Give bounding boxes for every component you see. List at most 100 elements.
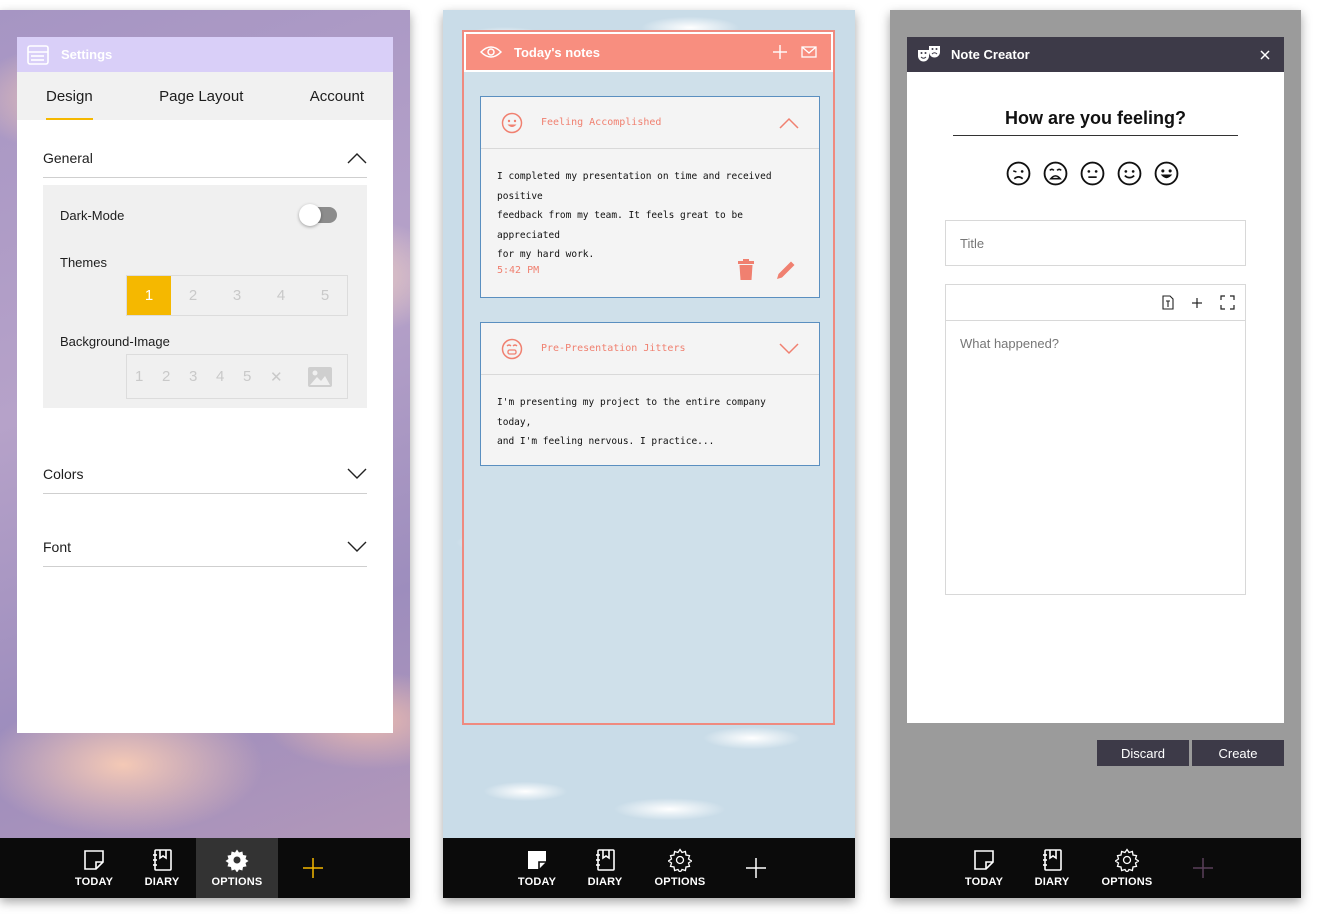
note-creator-panel: Note Creator How are you feeling? Title … bbox=[907, 37, 1284, 723]
general-section: General Dark-Mode Themes 1 2 3 4 5 Backg… bbox=[43, 138, 367, 408]
nav-options-label: OPTIONS bbox=[211, 876, 263, 888]
theater-masks-icon bbox=[918, 45, 940, 61]
fullscreen-icon[interactable] bbox=[1220, 295, 1235, 310]
mood-question: How are you feeling? bbox=[953, 108, 1238, 136]
trash-icon[interactable] bbox=[737, 259, 755, 281]
add-icon[interactable] bbox=[1192, 297, 1202, 308]
todays-notes-screen: Today's notes Feeling Accomplished I com… bbox=[443, 10, 855, 898]
nav-today-label: TODAY bbox=[74, 876, 114, 888]
dark-mode-toggle[interactable] bbox=[299, 204, 337, 226]
nav-diary[interactable]: DIARY bbox=[1018, 838, 1086, 898]
chevron-up-icon[interactable] bbox=[347, 152, 367, 164]
tab-account[interactable]: Account bbox=[310, 72, 364, 120]
note-card-header[interactable]: Feeling Accomplished bbox=[481, 97, 819, 149]
colors-section[interactable]: Colors bbox=[43, 454, 367, 494]
nav-options[interactable]: OPTIONS bbox=[196, 838, 278, 898]
note-body: I completed my presentation on time and … bbox=[481, 149, 819, 265]
background-image-label: Background-Image bbox=[60, 334, 170, 349]
discard-button[interactable]: Discard bbox=[1097, 740, 1189, 766]
note-time: 5:42 PM bbox=[497, 264, 540, 276]
editor-toolbar bbox=[946, 285, 1245, 321]
bottom-nav: TODAY DIARY OPTIONS bbox=[443, 838, 855, 898]
nav-options[interactable]: OPTIONS bbox=[639, 838, 721, 898]
nav-add[interactable] bbox=[278, 838, 348, 898]
title-input[interactable]: Title bbox=[945, 220, 1246, 266]
note-creator-header: Note Creator bbox=[907, 37, 1284, 72]
theme-option[interactable]: 5 bbox=[303, 276, 347, 315]
nav-options-label: OPTIONS bbox=[654, 876, 706, 888]
bg-clear-option[interactable]: ✕ bbox=[270, 368, 297, 386]
dark-mode-label: Dark-Mode bbox=[60, 208, 125, 223]
anxious-face-icon bbox=[501, 338, 523, 359]
edit-pencil-icon[interactable] bbox=[775, 259, 797, 281]
nav-options[interactable]: OPTIONS bbox=[1086, 838, 1168, 898]
bg-option[interactable]: 2 bbox=[162, 368, 189, 385]
eye-icon[interactable] bbox=[480, 45, 502, 59]
note-creator-title: Note Creator bbox=[951, 47, 1030, 62]
nav-today-label: TODAY bbox=[964, 876, 1004, 888]
diary-icon bbox=[1043, 849, 1062, 871]
note-editor[interactable]: What happened? bbox=[945, 284, 1246, 595]
bg-option[interactable]: 3 bbox=[189, 368, 216, 385]
notes-title: Today's notes bbox=[514, 44, 600, 60]
note-line: I'm presenting my project to the entire … bbox=[497, 397, 766, 428]
bottom-nav: TODAY DIARY OPTIONS bbox=[0, 838, 410, 898]
theme-selector: 1 2 3 4 5 bbox=[126, 275, 348, 316]
nav-options-label: OPTIONS bbox=[1101, 876, 1153, 888]
chevron-up-icon[interactable] bbox=[779, 117, 799, 129]
add-note-icon[interactable] bbox=[773, 45, 787, 59]
crying-face-icon[interactable] bbox=[1043, 161, 1068, 186]
bg-option[interactable]: 5 bbox=[243, 368, 270, 385]
nav-diary[interactable]: DIARY bbox=[128, 838, 196, 898]
chevron-down-icon[interactable] bbox=[347, 541, 367, 553]
sticky-note-icon bbox=[84, 850, 104, 870]
sad-face-icon[interactable] bbox=[1006, 161, 1031, 186]
settings-header: Settings bbox=[17, 37, 393, 72]
chevron-down-icon[interactable] bbox=[779, 342, 799, 355]
gear-icon bbox=[225, 849, 249, 872]
colors-section-header[interactable]: Colors bbox=[43, 454, 367, 494]
tab-page-layout[interactable]: Page Layout bbox=[159, 72, 243, 120]
font-section[interactable]: Font bbox=[43, 527, 367, 567]
nav-today[interactable]: TODAY bbox=[60, 838, 128, 898]
neutral-face-icon[interactable] bbox=[1080, 161, 1105, 186]
theme-option[interactable]: 4 bbox=[259, 276, 303, 315]
smile-face-icon[interactable] bbox=[1117, 161, 1142, 186]
settings-panel: Settings Design Page Layout Account Gene… bbox=[17, 37, 393, 733]
colors-section-title: Colors bbox=[43, 465, 84, 482]
note-creator-screen: Note Creator How are you feeling? Title … bbox=[890, 10, 1301, 898]
nav-diary[interactable]: DIARY bbox=[571, 838, 639, 898]
diary-icon bbox=[596, 849, 615, 871]
nav-today[interactable]: TODAY bbox=[503, 838, 571, 898]
text-file-icon[interactable] bbox=[1162, 295, 1174, 310]
note-card-header[interactable]: Pre-Presentation Jitters bbox=[481, 323, 819, 375]
image-upload-icon[interactable] bbox=[307, 366, 333, 388]
grin-face-icon[interactable] bbox=[1154, 161, 1179, 186]
toggle-knob bbox=[299, 204, 321, 226]
bg-option[interactable]: 4 bbox=[216, 368, 243, 385]
note-body-input[interactable]: What happened? bbox=[946, 321, 1245, 366]
note-card[interactable]: Pre-Presentation Jitters I'm presenting … bbox=[480, 322, 820, 466]
note-body: I'm presenting my project to the entire … bbox=[481, 375, 819, 452]
mail-icon[interactable] bbox=[801, 46, 817, 58]
nav-add[interactable] bbox=[1168, 838, 1238, 898]
chevron-down-icon[interactable] bbox=[347, 468, 367, 480]
nav-add[interactable] bbox=[721, 838, 791, 898]
note-card[interactable]: Feeling Accomplished I completed my pres… bbox=[480, 96, 820, 298]
nav-today[interactable]: TODAY bbox=[950, 838, 1018, 898]
general-section-header[interactable]: General bbox=[43, 138, 367, 178]
sticky-note-icon bbox=[528, 851, 546, 869]
note-footer: 5:42 PM bbox=[497, 259, 797, 281]
note-title: Pre-Presentation Jitters bbox=[541, 343, 686, 354]
nav-diary-label: DIARY bbox=[1034, 876, 1070, 888]
theme-option[interactable]: 2 bbox=[171, 276, 215, 315]
theme-option[interactable]: 1 bbox=[127, 276, 171, 315]
plus-icon bbox=[746, 858, 766, 878]
font-section-header[interactable]: Font bbox=[43, 527, 367, 567]
bg-option[interactable]: 1 bbox=[135, 368, 162, 385]
create-button[interactable]: Create bbox=[1192, 740, 1284, 766]
theme-option[interactable]: 3 bbox=[215, 276, 259, 315]
tab-design[interactable]: Design bbox=[46, 72, 93, 120]
settings-screen: Settings Design Page Layout Account Gene… bbox=[0, 10, 410, 898]
close-icon[interactable] bbox=[1260, 49, 1270, 60]
